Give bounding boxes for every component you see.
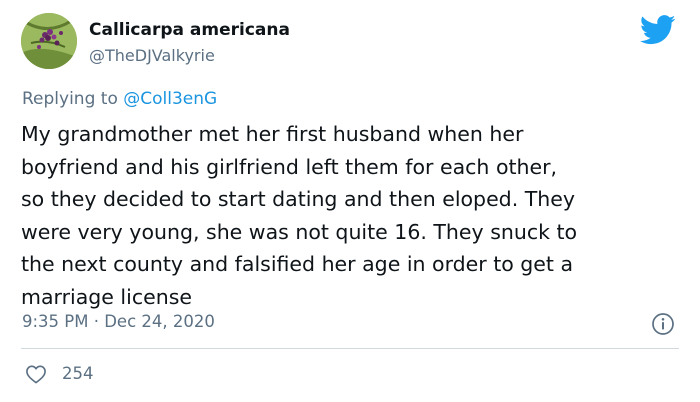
reply-context-prefix: Replying to (22, 89, 118, 109)
tweet-text-line: marriage license (21, 284, 192, 309)
tweet-text: My grandmother met her first husband whe… (21, 118, 691, 313)
reply-mention-link[interactable]: @Coll3enG (123, 89, 217, 109)
reply-context: Replying to @Coll3enG (22, 89, 217, 109)
avatar[interactable] (21, 13, 77, 69)
tweet-text-line: My grandmother met her first husband whe… (21, 122, 524, 146)
like-count: 254 (62, 364, 94, 383)
author-display-name[interactable]: Callicarpa americana (89, 20, 290, 40)
tweet-timestamp[interactable]: 9:35 PM · Dec 24, 2020 (22, 312, 215, 331)
author-handle[interactable]: @TheDJValkyrie (89, 46, 215, 65)
avatar-image (21, 13, 77, 69)
twitter-bird-icon[interactable] (640, 15, 676, 45)
tweet-text-line: the next county and falsified her age in… (21, 252, 574, 276)
info-icon[interactable] (651, 312, 675, 336)
tweet-text-line: were very young, she was not quite 16. T… (21, 219, 578, 244)
tweet-text-line: boyfriend and his girlfriend left them f… (21, 154, 558, 179)
heart-icon[interactable] (25, 364, 47, 384)
tweet-text-line: so they decided to start dating and then… (21, 187, 575, 211)
divider (21, 348, 679, 349)
